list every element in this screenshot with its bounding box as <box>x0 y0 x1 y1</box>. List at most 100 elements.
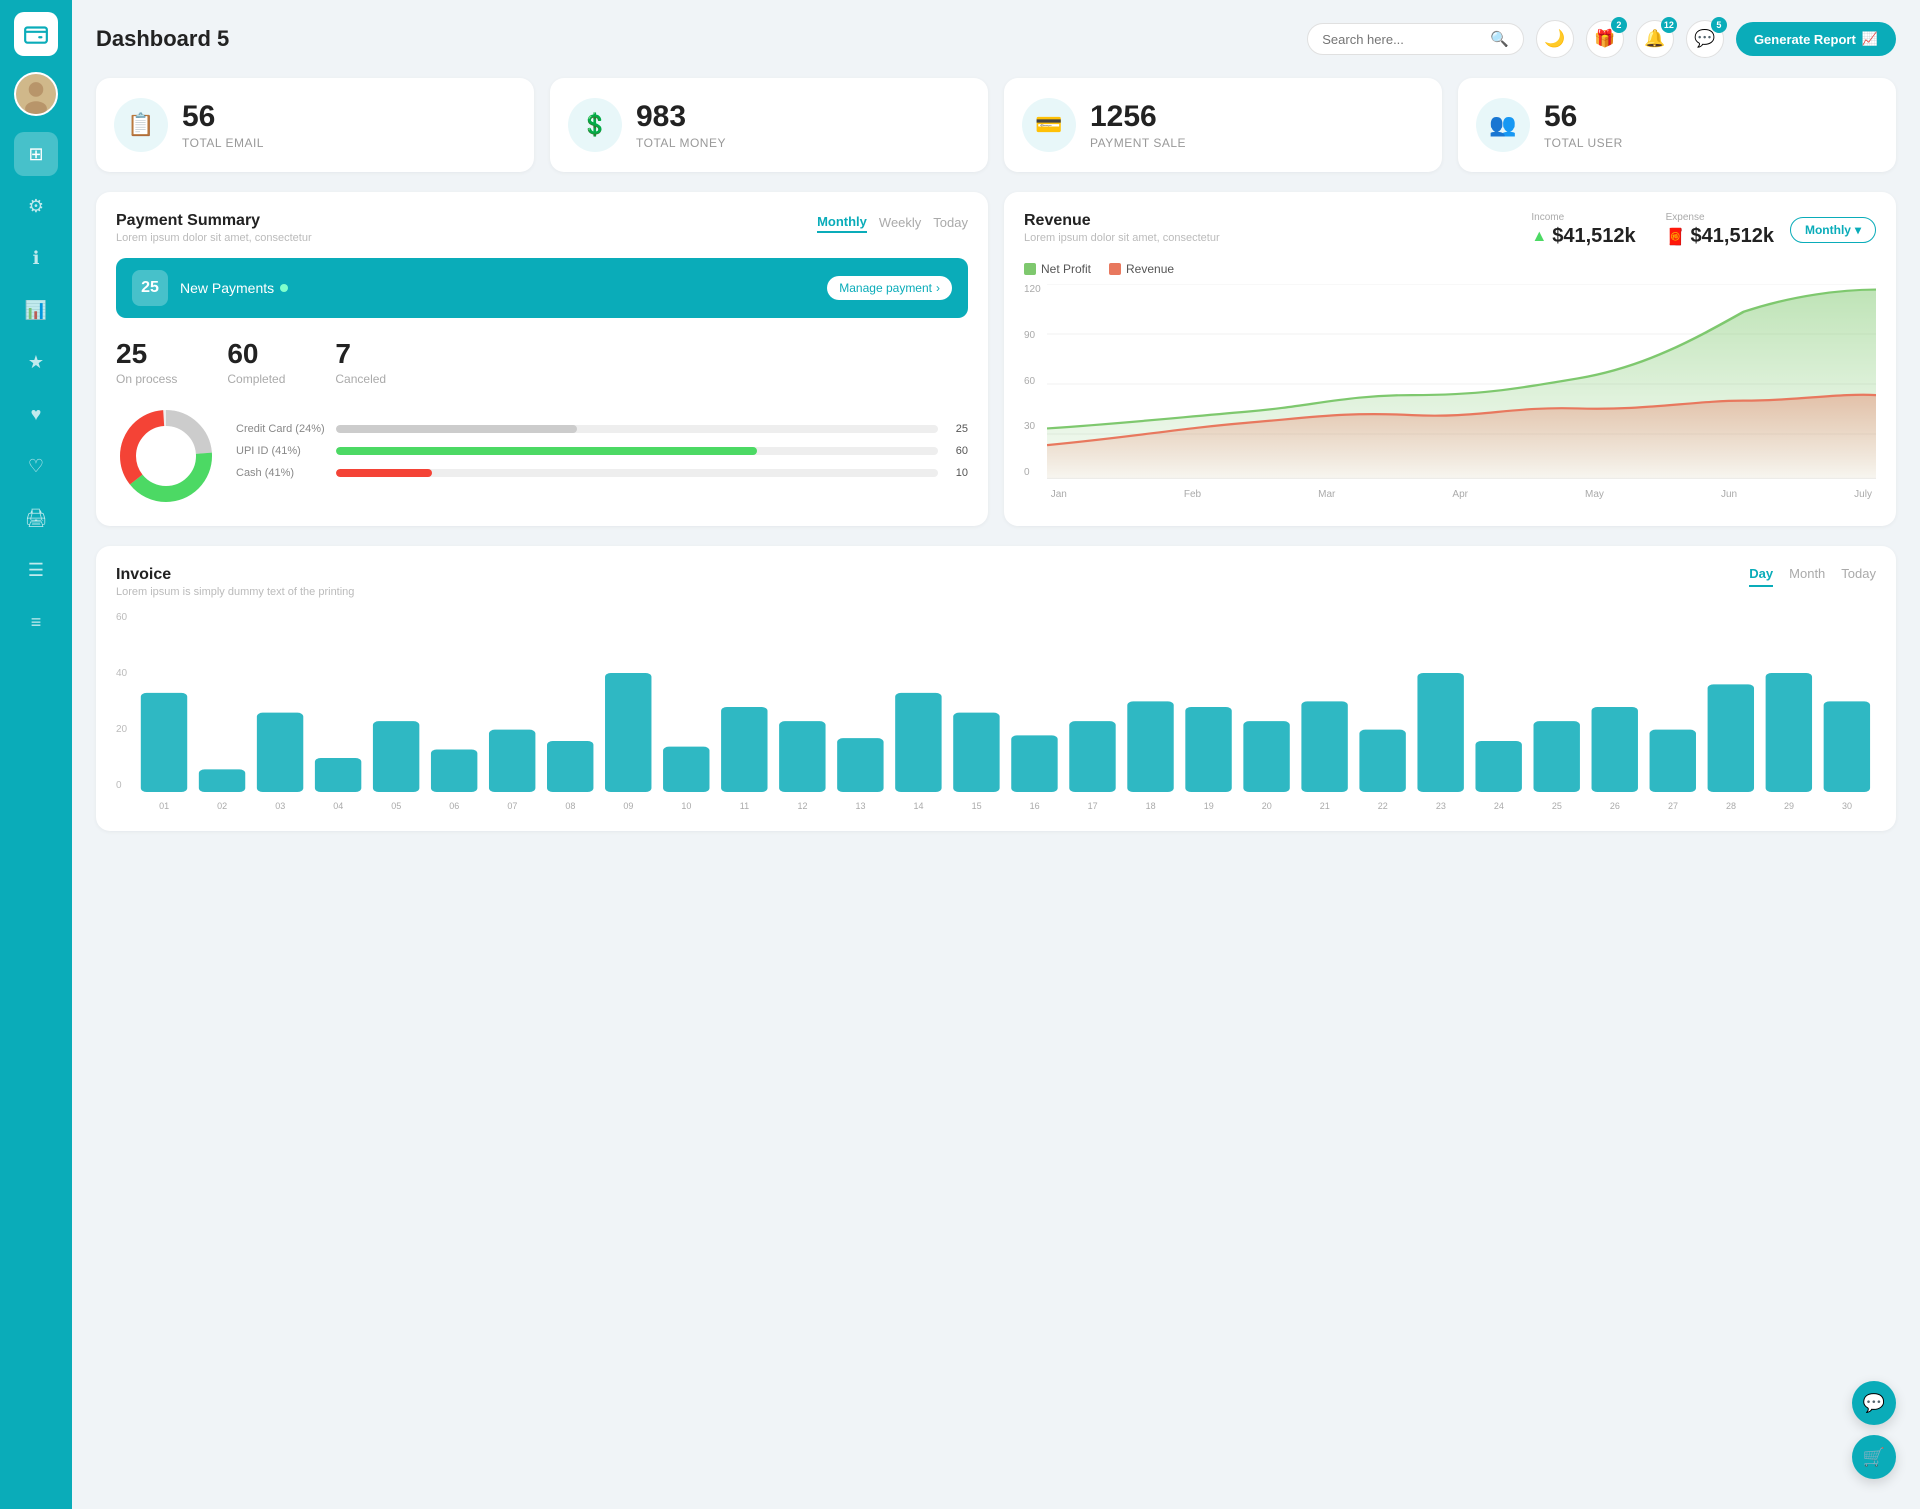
invoice-tab-day[interactable]: Day <box>1749 566 1773 587</box>
generate-report-button[interactable]: Generate Report 📈 <box>1736 22 1896 56</box>
stat-money-info: 983 TOTAL MONEY <box>636 100 726 150</box>
cart-button[interactable]: 🛒 <box>1852 1435 1896 1479</box>
y-label-0: 0 <box>1024 467 1041 478</box>
x-label: 03 <box>251 801 309 811</box>
x-label: 23 <box>1412 801 1470 811</box>
manage-payment-link[interactable]: Manage payment › <box>827 276 952 300</box>
sidebar-item-analytics[interactable]: 📊 <box>14 288 58 332</box>
stat-email-number: 56 <box>182 100 264 134</box>
invoice-y-labels: 60 40 20 0 <box>116 612 127 811</box>
invoice-bar <box>199 769 245 792</box>
stat-on-process: 25 On process <box>116 338 177 386</box>
sidebar-item-dashboard[interactable]: ⊞ <box>14 132 58 176</box>
y-40: 40 <box>116 668 127 679</box>
payment-summary-header: Payment Summary Lorem ipsum dolor sit am… <box>116 212 968 244</box>
bell-badge: 12 <box>1661 17 1677 33</box>
invoice-tabs: Day Month Today <box>1749 566 1876 587</box>
stat-card-money: 💲 983 TOTAL MONEY <box>550 78 988 172</box>
invoice-bar <box>431 750 477 793</box>
search-box[interactable]: 🔍 <box>1307 23 1524 55</box>
revenue-title: Revenue <box>1024 212 1220 230</box>
sidebar-item-list[interactable]: ≡ <box>14 600 58 644</box>
new-payments-count: 25 <box>132 270 168 306</box>
invoice-bar <box>1534 721 1580 792</box>
invoice-tab-today[interactable]: Today <box>1841 566 1876 587</box>
tab-weekly[interactable]: Weekly <box>879 213 921 232</box>
messages-button[interactable]: 💬 5 <box>1686 20 1724 58</box>
stat-user-info: 56 TOTAL USER <box>1544 100 1623 150</box>
payment-summary-subtitle: Lorem ipsum dolor sit amet, consectetur <box>116 232 312 244</box>
dot-icon <box>280 284 288 292</box>
x-label: 20 <box>1238 801 1296 811</box>
sidebar-item-wishlist[interactable]: ♥ <box>14 392 58 436</box>
invoice-bar <box>141 693 187 792</box>
bar-value-credit: 25 <box>948 423 968 435</box>
x-label-may: May <box>1585 489 1604 500</box>
stat-money-label: TOTAL MONEY <box>636 136 726 150</box>
x-label: 22 <box>1354 801 1412 811</box>
bar-credit-card: Credit Card (24%) 25 <box>236 423 968 435</box>
completed-label: Completed <box>227 372 285 386</box>
invoice-bar <box>953 713 999 792</box>
main-content: Dashboard 5 🔍 🌙 🎁 2 🔔 12 💬 5 Gen <box>72 0 1920 1509</box>
sidebar-item-info[interactable]: ℹ <box>14 236 58 280</box>
stat-email-info: 56 TOTAL EMAIL <box>182 100 264 150</box>
notifications-button[interactable]: 🔔 12 <box>1636 20 1674 58</box>
x-label: 07 <box>483 801 541 811</box>
bar-cash: Cash (41%) 10 <box>236 467 968 479</box>
chat-icon: 💬 <box>1694 29 1715 49</box>
revenue-panel: Revenue Lorem ipsum dolor sit amet, cons… <box>1004 192 1896 526</box>
donut-chart <box>116 406 216 506</box>
invoice-bar <box>663 747 709 792</box>
invoice-bar <box>605 673 651 792</box>
x-label: 05 <box>367 801 425 811</box>
sidebar-item-likes[interactable]: ♡ <box>14 444 58 488</box>
y-0: 0 <box>116 780 127 791</box>
stat-card-payment: 💳 1256 PAYMENT SALE <box>1004 78 1442 172</box>
new-payments-label: New Payments <box>180 280 288 296</box>
x-label: 09 <box>599 801 657 811</box>
revenue-chart-area: Jan Feb Mar Apr May Jun July <box>1047 284 1876 500</box>
expense-value: 🧧 $41,512k <box>1666 225 1774 248</box>
user-avatar[interactable] <box>14 72 58 116</box>
x-label-apr: Apr <box>1452 489 1468 500</box>
chevron-right-icon: › <box>936 281 940 295</box>
tab-today[interactable]: Today <box>933 213 968 232</box>
cart-icon: 🛒 <box>1863 1447 1885 1468</box>
invoice-x-labels: 0102030405060708091011121314151617181920… <box>135 801 1876 811</box>
page-title: Dashboard 5 <box>96 26 229 52</box>
revenue-header: Revenue Lorem ipsum dolor sit amet, cons… <box>1024 212 1876 248</box>
support-button[interactable]: 💬 <box>1852 1381 1896 1425</box>
income-arrow-icon: ▲ <box>1531 228 1547 246</box>
stat-cards: 📋 56 TOTAL EMAIL 💲 983 TOTAL MONEY 💳 125… <box>96 78 1896 172</box>
chat-badge: 5 <box>1711 17 1727 33</box>
invoice-tab-month[interactable]: Month <box>1789 566 1825 587</box>
moon-icon: 🌙 <box>1544 29 1565 49</box>
theme-toggle-button[interactable]: 🌙 <box>1536 20 1574 58</box>
x-label: 01 <box>135 801 193 811</box>
sidebar-item-settings[interactable]: ⚙ <box>14 184 58 228</box>
legend-net-profit: Net Profit <box>1024 262 1091 276</box>
search-input[interactable] <box>1322 32 1482 47</box>
tab-monthly[interactable]: Monthly <box>817 212 867 233</box>
stat-email-label: TOTAL EMAIL <box>182 136 264 150</box>
invoice-bar <box>547 741 593 792</box>
invoice-bar <box>1243 721 1289 792</box>
stat-completed: 60 Completed <box>227 338 285 386</box>
sidebar: ⊞ ⚙ ℹ 📊 ★ ♥ ♡ 🖨 ☰ ≡ <box>0 0 72 1509</box>
invoice-bar-chart: 0102030405060708091011121314151617181920… <box>135 612 1876 811</box>
x-label: 21 <box>1296 801 1354 811</box>
revenue-title-group: Revenue Lorem ipsum dolor sit amet, cons… <box>1024 212 1220 244</box>
gift-button[interactable]: 🎁 2 <box>1586 20 1624 58</box>
invoice-bar <box>315 758 361 792</box>
sidebar-item-menu[interactable]: ☰ <box>14 548 58 592</box>
sidebar-item-print[interactable]: 🖨 <box>14 496 58 540</box>
dashboard-row: Payment Summary Lorem ipsum dolor sit am… <box>96 192 1896 526</box>
x-label: 30 <box>1818 801 1876 811</box>
invoice-bar <box>1708 684 1754 792</box>
x-label: 06 <box>425 801 483 811</box>
sidebar-item-favorites[interactable]: ★ <box>14 340 58 384</box>
invoice-title: Invoice <box>116 566 354 584</box>
revenue-monthly-dropdown[interactable]: Monthly ▾ <box>1790 217 1876 243</box>
invoice-bar <box>721 707 767 792</box>
